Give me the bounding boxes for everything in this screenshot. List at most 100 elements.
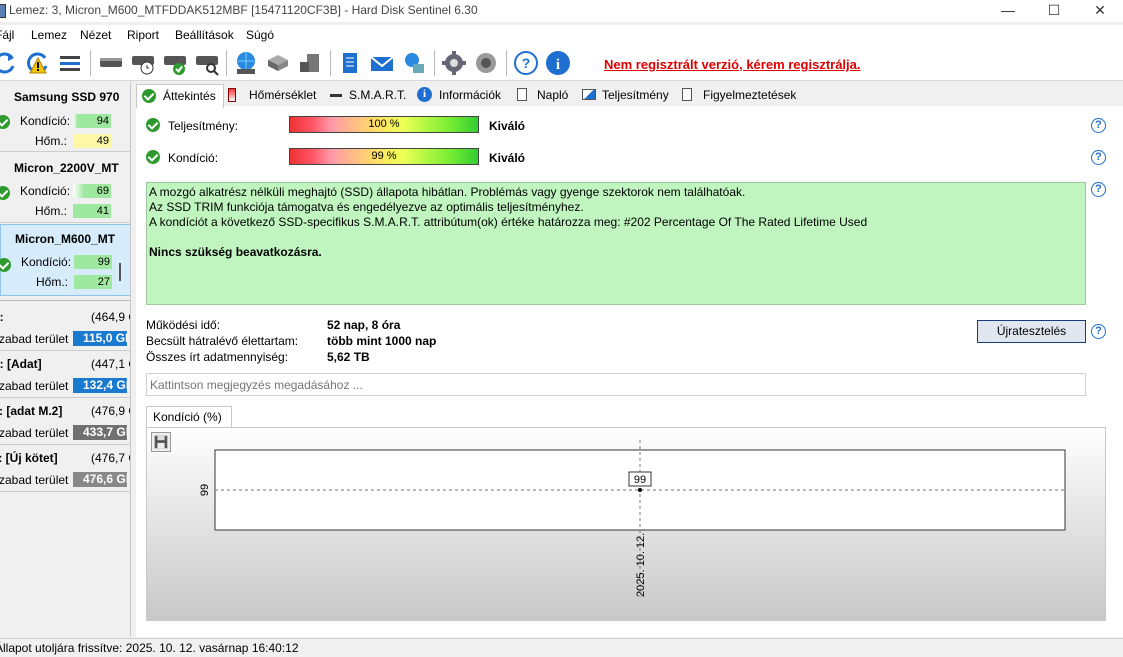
volume-name: C: (0, 310, 4, 324)
disk-item-micron-2200v[interactable]: Micron_2200V_MT Kondíció: 69 Hőm.: 41 (0, 153, 130, 223)
menu-help[interactable]: Súgó (246, 28, 274, 42)
menu-view[interactable]: Nézet (80, 28, 111, 42)
minimize-button[interactable]: — (985, 0, 1031, 22)
disk-check-icon[interactable] (162, 50, 188, 76)
y-tick-label: 99 (199, 484, 211, 496)
volume-size: (476,9 G (91, 404, 130, 418)
panel-divider (0, 300, 130, 301)
performance-bar: 100 % (289, 116, 479, 133)
condition-label: Kondíció: (20, 184, 71, 198)
help-icon[interactable]: ? (1091, 324, 1106, 339)
tab-alerts[interactable]: Figyelmeztetések (680, 84, 810, 106)
volume-name: E: [adat M.2] (0, 404, 63, 418)
info-icon[interactable]: i (545, 50, 571, 76)
free-space-value: 115,0 GB (73, 331, 127, 346)
info-line: A mozgó alkatrész nélküli meghajtó (SSD)… (149, 185, 746, 199)
condition-label: Kondíció: (20, 114, 71, 128)
disk-item-micron-m600[interactable]: Micron_M600_MT Kondíció: 99 Hőm.: 27 (0, 224, 130, 296)
menu-file[interactable]: Fájl (0, 28, 14, 42)
help-icon[interactable]: ? (1091, 118, 1106, 133)
performance-icon (582, 89, 596, 100)
volume-size: (447,1 G (91, 357, 130, 371)
disk-test-icon[interactable] (297, 50, 323, 76)
performance-value: 100 % (368, 118, 400, 130)
performance-rating: Kiváló (489, 119, 526, 133)
thermometer-icon (228, 88, 236, 102)
disk-stack-icon[interactable] (265, 50, 291, 76)
disk-item-samsung[interactable]: Samsung SSD 970 Kondíció: 94 Hőm.: 49 (0, 82, 130, 152)
info-line: Az SSD TRIM funkciója támogatva és enged… (149, 200, 584, 214)
tab-temperature[interactable]: Hőmérséklet (228, 84, 323, 106)
cloud-icon[interactable] (401, 50, 427, 76)
x-tick-label: 2025. 10. 12. (635, 533, 647, 597)
disk-name: Micron_2200V_MT (14, 161, 119, 175)
remaining-life-value: több mint 1000 nap (327, 334, 437, 348)
performance-ok-icon (146, 118, 160, 132)
title-bar: Lemez: 3, Micron_M600_MTFDDAK512MBF [154… (0, 0, 1123, 22)
condition-chart: 99 99 2025. 10. 12. (199, 440, 1066, 597)
tab-overview[interactable]: Áttekintés (136, 84, 224, 108)
free-space-value: 132,4 GB (73, 378, 127, 393)
condition-label: Kondíció: (168, 151, 219, 165)
close-button[interactable]: ✕ (1077, 0, 1123, 22)
help-icon[interactable]: ? (513, 50, 539, 76)
condition-label: Kondíció: (21, 255, 72, 269)
menu-settings[interactable]: Beállítások (175, 28, 234, 42)
uptime-value: 52 nap, 8 óra (327, 318, 401, 332)
maximize-button[interactable]: ☐ (1031, 0, 1077, 22)
temperature-label: Hőm.: (35, 204, 68, 218)
help-icon[interactable]: ? (1091, 150, 1106, 165)
ok-check-icon (0, 258, 11, 272)
mail-icon[interactable] (369, 50, 395, 76)
gear-icon[interactable] (441, 50, 467, 76)
window-title: Lemez: 3, Micron_M600_MTFDDAK512MBF [154… (9, 3, 478, 17)
app-icon (0, 4, 6, 18)
chart-tab-condition[interactable]: Kondíció (%) (146, 406, 232, 428)
volume-name: D: [Adat] (0, 357, 42, 371)
tab-log[interactable]: Napló (515, 84, 573, 106)
ok-check-icon (142, 89, 156, 103)
toolbar: ? i Nem regisztrált verzió, kérem regisz… (0, 45, 1123, 81)
report-icon[interactable] (337, 50, 363, 76)
log-icon (517, 88, 527, 101)
disk-icon[interactable] (98, 50, 124, 76)
temperature-value: 49 (73, 134, 111, 148)
free-space-label: Szabad terület (0, 379, 69, 393)
temperature-value: 41 (73, 204, 111, 218)
temperature-label: Hőm.: (36, 275, 69, 289)
svg-text:?: ? (522, 55, 531, 71)
speaker-icon[interactable] (473, 50, 499, 76)
condition-value: 99 % (371, 150, 397, 162)
menu-disk[interactable]: Lemez (31, 28, 67, 42)
total-written-value: 5,62 TB (327, 350, 370, 364)
network-icon[interactable] (233, 50, 259, 76)
menu-report[interactable]: Riport (127, 28, 159, 42)
refresh-warning-icon[interactable] (25, 50, 51, 76)
registration-link[interactable]: Nem regisztrált verzió, kérem regisztrál… (604, 57, 861, 72)
tab-performance[interactable]: Teljesítmény (580, 84, 672, 106)
ok-check-icon (0, 186, 10, 200)
status-info-box: A mozgó alkatrész nélküli meghajtó (SSD)… (146, 182, 1086, 305)
disk-name: Samsung SSD 970 (14, 90, 120, 104)
toolbar-separator (330, 50, 331, 76)
refresh-icon[interactable] (0, 50, 18, 76)
retest-button[interactable]: Újratesztelés (977, 320, 1086, 343)
condition-rating: Kiváló (489, 151, 526, 165)
svg-text:i: i (556, 57, 560, 73)
help-icon[interactable]: ? (1091, 182, 1106, 197)
condition-value: 94 (73, 114, 111, 128)
tab-smart[interactable]: S.M.A.R.T. (328, 84, 413, 106)
toolbar-separator (226, 50, 227, 76)
free-space-label: Szabad terület (0, 332, 69, 346)
disk-search-icon[interactable] (194, 50, 220, 76)
disk-name: Micron_M600_MT (15, 232, 116, 246)
condition-bar: 99 % (289, 148, 479, 165)
comment-input[interactable] (146, 373, 1086, 396)
total-written-label: Összes írt adatmennyiség: (146, 350, 289, 364)
scroll-thumb[interactable] (119, 263, 121, 281)
disk-list-icon[interactable] (57, 50, 83, 76)
tab-information[interactable]: i Információk (416, 84, 509, 106)
toolbar-separator (90, 50, 91, 76)
disk-clock-icon[interactable] (130, 50, 156, 76)
condition-value: 69 (73, 184, 111, 198)
